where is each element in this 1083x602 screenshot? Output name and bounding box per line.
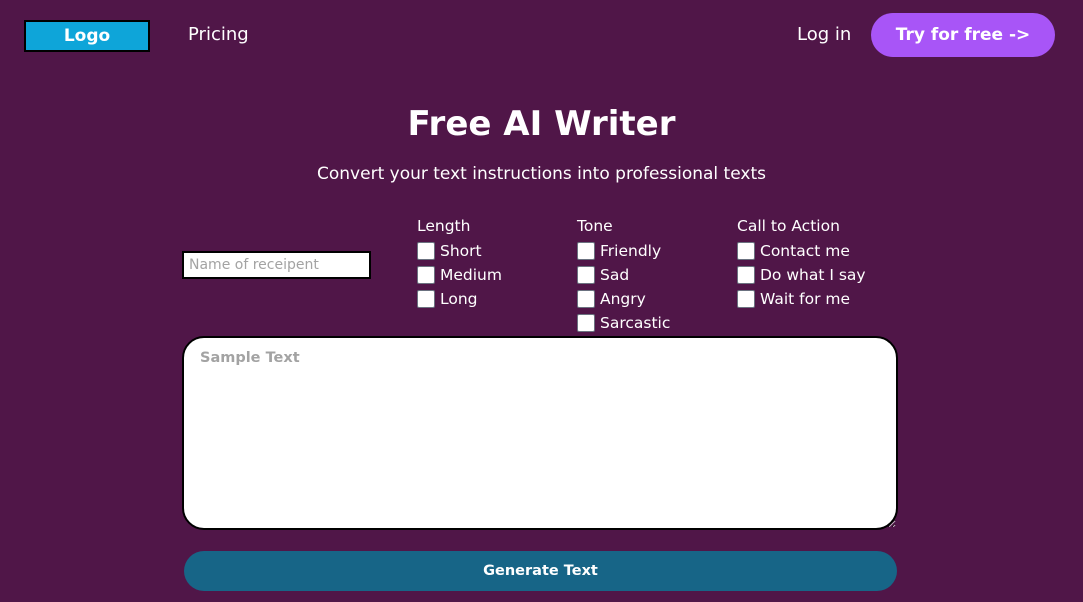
- checkbox[interactable]: [737, 242, 755, 260]
- tone-group: Tone Friendly Sad Angry Sarcastic: [577, 216, 670, 335]
- option-label: Short: [440, 242, 482, 260]
- option-label: Sad: [600, 266, 630, 284]
- length-group: Length Short Medium Long: [417, 216, 502, 311]
- option-label: Sarcastic: [600, 314, 671, 332]
- tone-option-friendly[interactable]: Friendly: [577, 239, 670, 263]
- tone-option-sad[interactable]: Sad: [577, 263, 670, 287]
- page-subtitle: Convert your text instructions into prof…: [317, 164, 766, 184]
- checkbox[interactable]: [577, 290, 595, 308]
- tone-option-sarcastic[interactable]: Sarcastic: [577, 311, 670, 335]
- checkbox[interactable]: [737, 290, 755, 308]
- try-for-free-button[interactable]: Try for free ->: [871, 13, 1055, 57]
- tone-group-title: Tone: [577, 217, 613, 235]
- cta-option-do-what-i-say[interactable]: Do what I say: [737, 263, 866, 287]
- checkbox[interactable]: [577, 314, 595, 332]
- option-label: Medium: [440, 266, 502, 284]
- checkbox[interactable]: [417, 242, 435, 260]
- option-label: Friendly: [600, 242, 662, 260]
- checkbox[interactable]: [417, 290, 435, 308]
- cta-option-contact-me[interactable]: Contact me: [737, 239, 866, 263]
- tone-option-angry[interactable]: Angry: [577, 287, 670, 311]
- option-label: Do what I say: [760, 266, 866, 284]
- checkbox[interactable]: [577, 266, 595, 284]
- page-title: Free AI Writer: [407, 104, 676, 144]
- logo[interactable]: Logo: [24, 20, 150, 52]
- recipient-name-input[interactable]: [182, 251, 371, 279]
- option-label: Contact me: [760, 242, 850, 260]
- nav-login-link[interactable]: Log in: [797, 24, 851, 45]
- option-label: Angry: [600, 290, 646, 308]
- generate-text-button[interactable]: Generate Text: [184, 551, 897, 591]
- checkbox[interactable]: [417, 266, 435, 284]
- length-option-medium[interactable]: Medium: [417, 263, 502, 287]
- page: Logo Pricing Log in Try for free -> Free…: [0, 0, 1083, 602]
- sample-text-area[interactable]: [182, 336, 898, 530]
- call-to-action-group-title: Call to Action: [737, 217, 840, 235]
- length-option-long[interactable]: Long: [417, 287, 502, 311]
- nav-pricing-link[interactable]: Pricing: [188, 24, 249, 45]
- checkbox[interactable]: [577, 242, 595, 260]
- checkbox[interactable]: [737, 266, 755, 284]
- option-label: Long: [440, 290, 478, 308]
- length-group-title: Length: [417, 217, 471, 235]
- call-to-action-group: Call to Action Contact me Do what I say …: [737, 216, 866, 311]
- cta-option-wait-for-me[interactable]: Wait for me: [737, 287, 866, 311]
- option-label: Wait for me: [760, 290, 851, 308]
- length-option-short[interactable]: Short: [417, 239, 502, 263]
